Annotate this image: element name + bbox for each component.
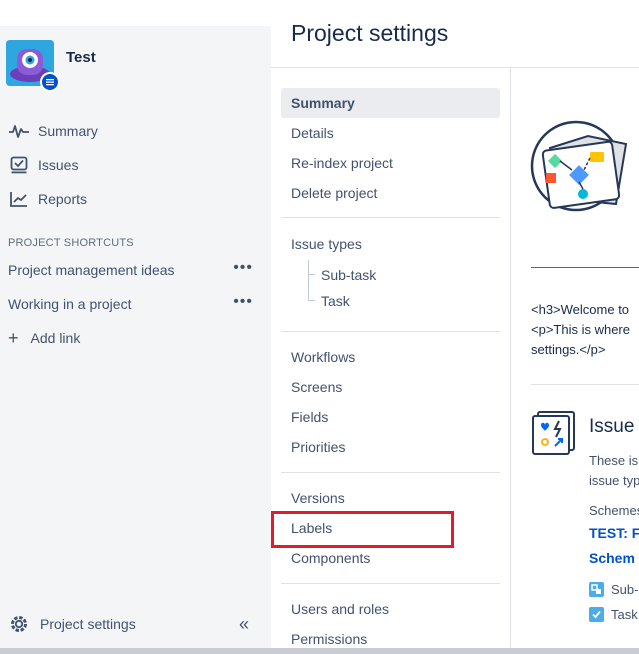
settings-nav-sub-task[interactable]: Sub-task xyxy=(321,262,376,288)
reports-icon xyxy=(8,189,30,209)
project-illustration-icon xyxy=(530,120,628,212)
shortcuts-heading: PROJECT SHORTCUTS xyxy=(8,237,134,249)
nav-divider xyxy=(281,217,500,218)
project-sidebar: Test Summary Issues Reports PROJECT SHOR… xyxy=(0,26,271,654)
issue-type-label: Sub- xyxy=(611,582,639,597)
settings-nav-screens[interactable]: Screens xyxy=(281,372,500,402)
project-header[interactable]: Test xyxy=(6,40,96,92)
content-divider-accent xyxy=(531,267,639,268)
project-name[interactable]: Test xyxy=(66,49,96,66)
tree-connector xyxy=(308,274,315,275)
activity-icon xyxy=(8,121,30,141)
scheme-link[interactable]: Schem xyxy=(589,550,635,566)
issue-type-sub-task[interactable]: Sub- xyxy=(589,582,638,597)
settings-nav-task[interactable]: Task xyxy=(321,288,350,314)
sidebar-item-summary[interactable]: Summary xyxy=(0,114,271,148)
labels-highlight-box xyxy=(271,511,454,548)
add-link-button[interactable]: + Add link xyxy=(0,321,271,355)
tree-line xyxy=(308,260,309,300)
issue-types-description: issue typ xyxy=(589,473,639,488)
more-options-icon[interactable]: ••• xyxy=(233,259,253,277)
sidebar-nav: Summary Issues Reports xyxy=(0,114,271,216)
content-divider xyxy=(510,68,511,654)
settings-nav-summary[interactable]: Summary xyxy=(281,88,500,118)
settings-nav-details[interactable]: Details xyxy=(281,118,500,148)
scheme-label: Schemes xyxy=(589,503,639,518)
issue-types-heading: Issue xyxy=(589,416,635,437)
project-avatar[interactable] xyxy=(6,40,60,92)
project-settings-label: Project settings xyxy=(40,616,136,632)
list-icon xyxy=(46,79,54,86)
issue-type-label: Task xyxy=(611,607,638,622)
sidebar-item-reports[interactable]: Reports xyxy=(0,182,271,216)
settings-nav-reindex-project[interactable]: Re-index project xyxy=(281,148,500,178)
sidebar-item-issues[interactable]: Issues xyxy=(0,148,271,182)
shortcut-label: Project management ideas xyxy=(8,262,175,278)
header-divider xyxy=(271,67,639,68)
issue-types-illustration-icon xyxy=(532,411,575,455)
settings-nav-workflows[interactable]: Workflows xyxy=(281,342,500,372)
issue-types-description: These is xyxy=(589,453,639,468)
sidebar-item-label: Issues xyxy=(38,157,79,173)
subtask-icon xyxy=(589,582,604,597)
settings-nav-delete-project[interactable]: Delete project xyxy=(281,178,500,208)
plus-icon: + xyxy=(8,327,19,348)
settings-nav-users-and-roles[interactable]: Users and roles xyxy=(281,594,500,624)
nav-divider xyxy=(281,472,500,473)
nav-divider xyxy=(281,331,500,332)
horizontal-scrollbar[interactable] xyxy=(0,648,639,654)
gear-icon xyxy=(8,613,30,635)
description-text: <h3>Welcome to xyxy=(531,302,630,317)
description-text: <p>This is where xyxy=(531,322,630,337)
description-text: settings.</p> xyxy=(531,342,606,357)
collapse-sidebar-icon[interactable]: « xyxy=(239,614,249,635)
tree-connector xyxy=(308,300,315,301)
page-title: Project settings xyxy=(291,20,449,46)
more-options-icon[interactable]: ••• xyxy=(233,293,253,311)
shortcut-working-in-a-project[interactable]: Working in a project ••• xyxy=(0,287,271,321)
section-divider xyxy=(531,384,639,385)
shortcut-project-management-ideas[interactable]: Project management ideas ••• xyxy=(0,253,271,287)
settings-nav-fields[interactable]: Fields xyxy=(281,402,500,432)
settings-nav-priorities[interactable]: Priorities xyxy=(281,432,500,462)
nav-divider xyxy=(281,583,500,584)
issue-type-task[interactable]: Task xyxy=(589,607,638,622)
add-link-label: Add link xyxy=(30,330,81,346)
settings-nav-versions[interactable]: Versions xyxy=(281,483,500,513)
shortcut-label: Working in a project xyxy=(8,296,132,312)
project-type-badge xyxy=(40,72,60,92)
sidebar-item-label: Reports xyxy=(38,191,88,207)
settings-nav-issue-types[interactable]: Issue types xyxy=(281,229,500,259)
scheme-link[interactable]: TEST: F xyxy=(589,525,639,541)
sidebar-item-label: Summary xyxy=(38,123,98,139)
sidebar-item-project-settings[interactable]: Project settings « xyxy=(0,606,271,642)
issues-icon xyxy=(8,155,30,175)
task-checkbox-icon xyxy=(589,607,604,622)
